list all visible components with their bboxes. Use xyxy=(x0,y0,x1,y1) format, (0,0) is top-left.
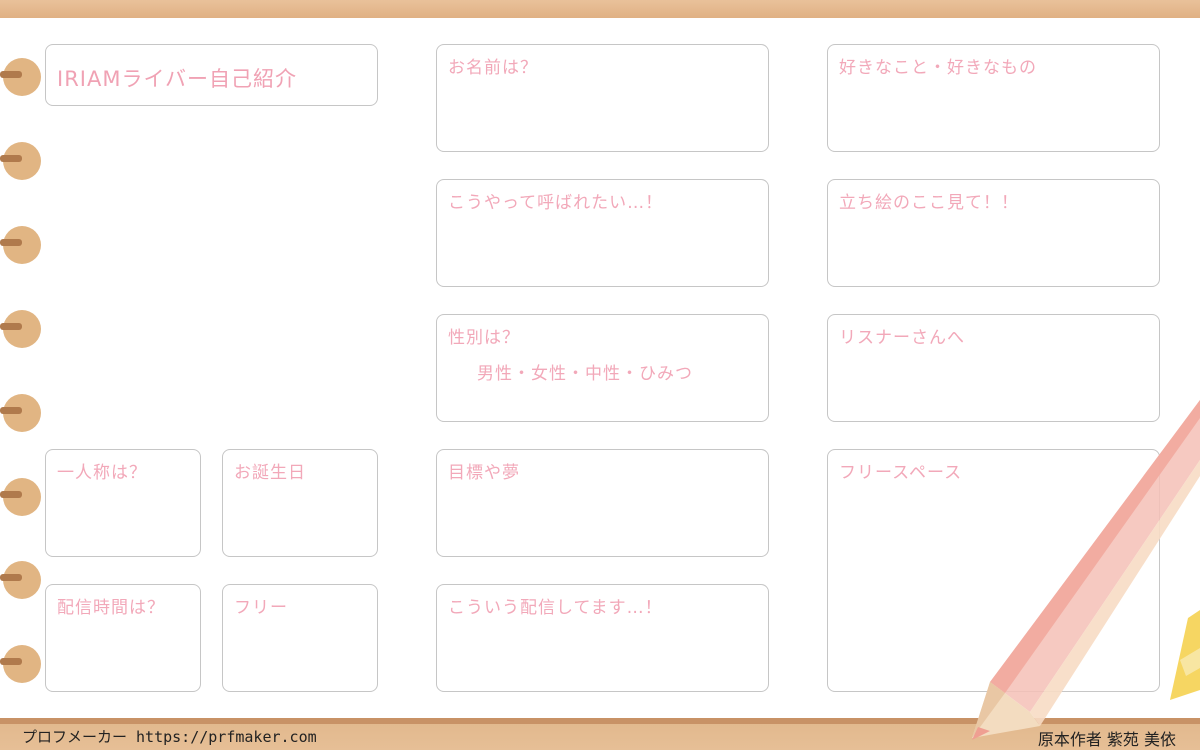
top-border xyxy=(0,0,1200,18)
goal-field[interactable]: 目標や夢 xyxy=(436,449,769,557)
binder-ring-icon xyxy=(0,226,41,264)
binder-ring-icon xyxy=(0,394,41,432)
gender-label: 性別は？ xyxy=(448,328,520,348)
portrait-field[interactable]: 立ち絵のここ見て！！ xyxy=(827,179,1160,287)
footer-author: 原本作者 紫苑 美依 xyxy=(1037,730,1176,749)
portrait-label: 立ち絵のここ見て！！ xyxy=(839,193,1019,213)
birthday-label: お誕生日 xyxy=(234,463,306,483)
footer-credit-link[interactable]: プロフメーカー https://prfmaker.com xyxy=(22,726,317,747)
free-space-field[interactable]: フリースペース xyxy=(827,449,1160,692)
gender-field[interactable]: 性別は？ 男性・女性・中性・ひみつ xyxy=(436,314,769,422)
first-person-label: 一人称は？ xyxy=(57,463,147,483)
binder-ring-icon xyxy=(0,561,41,599)
page-title: IRIAMライバー自己紹介 xyxy=(57,67,298,91)
gender-options[interactable]: 男性・女性・中性・ひみつ xyxy=(477,359,693,384)
binder-ring-icon xyxy=(0,478,41,516)
streaming-content-field[interactable]: こういう配信してます…！ xyxy=(436,584,769,692)
nickname-label: こうやって呼ばれたい…！ xyxy=(448,193,664,213)
title-box: IRIAMライバー自己紹介 xyxy=(45,44,378,106)
name-label: お名前は？ xyxy=(448,58,538,78)
binder-ring-icon xyxy=(0,58,41,96)
binder-ring-icon xyxy=(0,310,41,348)
to-listeners-label: リスナーさんへ xyxy=(839,328,965,348)
binder-ring-icon xyxy=(0,645,41,683)
free-small-label: フリー xyxy=(234,598,288,618)
likes-field[interactable]: 好きなこと・好きなもの xyxy=(827,44,1160,152)
goal-label: 目標や夢 xyxy=(448,463,520,483)
stream-time-label: 配信時間は？ xyxy=(57,598,165,618)
binder-ring-icon xyxy=(0,142,41,180)
stream-time-field[interactable]: 配信時間は？ xyxy=(45,584,201,692)
first-person-field[interactable]: 一人称は？ xyxy=(45,449,201,557)
free-space-label: フリースペース xyxy=(839,463,963,483)
likes-label: 好きなこと・好きなもの xyxy=(839,58,1037,78)
to-listeners-field[interactable]: リスナーさんへ xyxy=(827,314,1160,422)
streaming-content-label: こういう配信してます…！ xyxy=(448,598,663,618)
birthday-field[interactable]: お誕生日 xyxy=(222,449,378,557)
nickname-field[interactable]: こうやって呼ばれたい…！ xyxy=(436,179,769,287)
name-field[interactable]: お名前は？ xyxy=(436,44,769,152)
free-small-field[interactable]: フリー xyxy=(222,584,378,692)
